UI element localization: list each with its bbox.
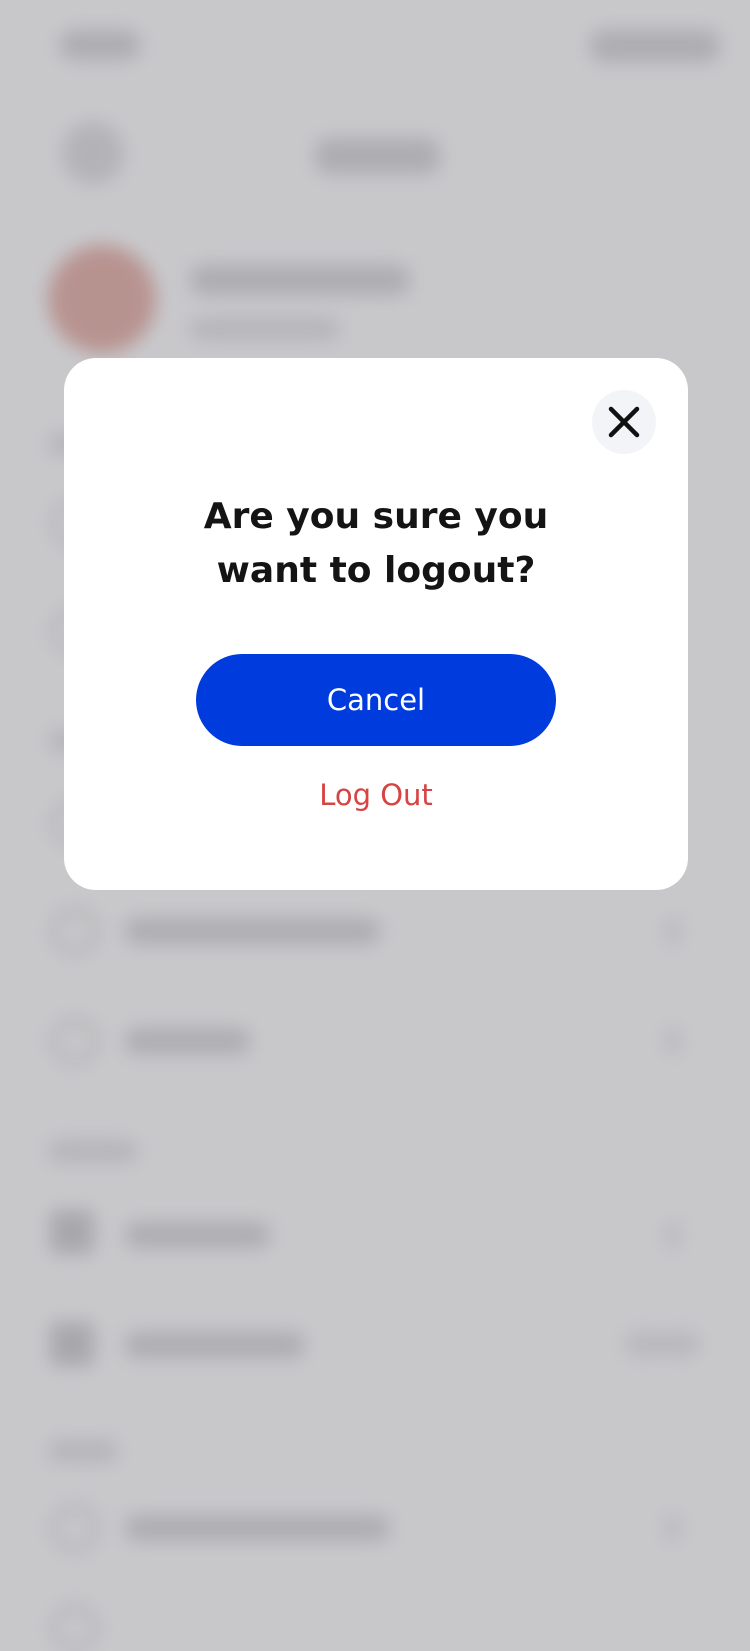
chevron-blur	[666, 1515, 680, 1541]
back-button-blur	[62, 122, 124, 184]
profile-name-blur	[190, 265, 410, 295]
row-label-blur	[125, 1332, 305, 1358]
cancel-button[interactable]: Cancel	[196, 654, 556, 746]
row-icon-blur	[50, 1322, 94, 1366]
chevron-blur	[666, 918, 680, 944]
section-label-blur	[48, 1440, 118, 1462]
logout-confirmation-dialog: Are you sure you want to logout? Cancel …	[64, 358, 688, 890]
logout-button[interactable]: Log Out	[64, 778, 688, 812]
profile-email-blur	[190, 318, 340, 340]
section-label-blur	[48, 1140, 138, 1162]
row-label-blur	[125, 1515, 390, 1541]
row-icon-blur	[50, 1210, 94, 1254]
row-label-blur	[125, 1222, 270, 1248]
chevron-blur	[666, 1222, 680, 1248]
row-icon-blur	[52, 1605, 98, 1651]
header-title-blur	[315, 138, 440, 174]
row-icon-blur	[52, 1505, 98, 1551]
status-bar-indicators-blur	[590, 30, 720, 62]
close-button[interactable]	[592, 390, 656, 454]
row-value-blur	[625, 1332, 700, 1356]
dialog-title: Are you sure you want to logout?	[203, 496, 549, 591]
status-bar-time-blur	[60, 30, 140, 60]
row-icon-blur	[52, 1018, 98, 1064]
row-label-blur	[125, 918, 380, 944]
close-icon	[608, 406, 640, 438]
chevron-blur	[666, 1028, 680, 1054]
profile-avatar-blur	[48, 245, 156, 353]
row-icon-blur	[52, 908, 98, 954]
row-label-blur	[125, 1028, 250, 1054]
